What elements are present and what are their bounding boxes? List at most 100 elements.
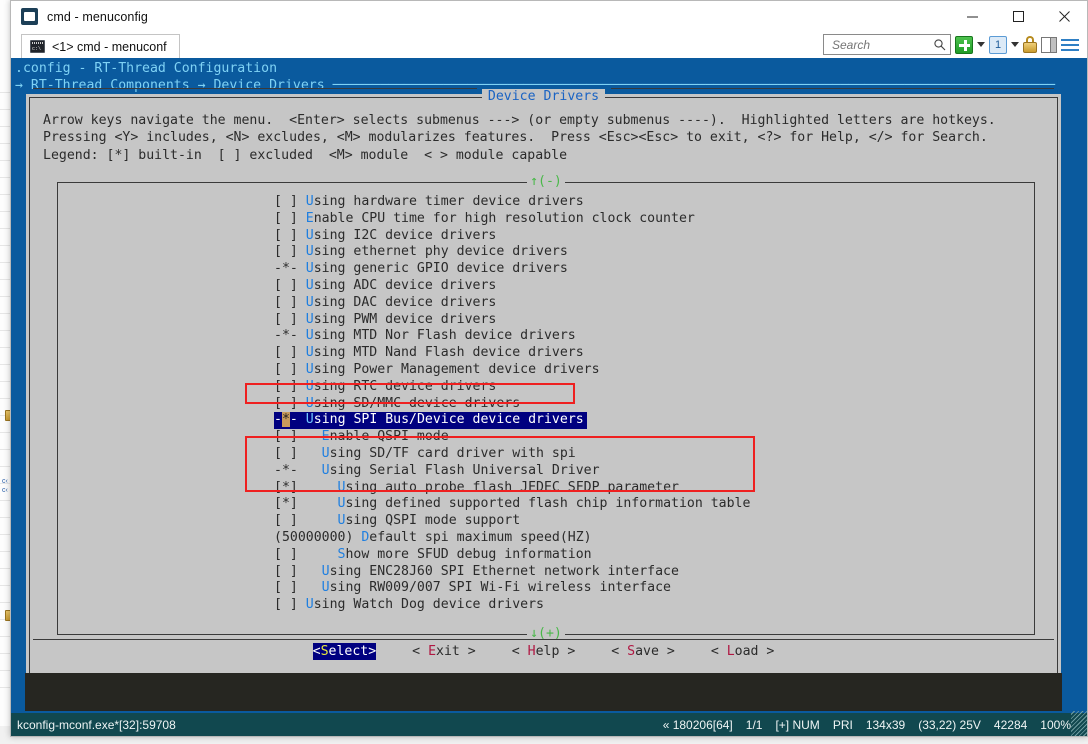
menu-item[interactable]: [ ] Using RTC device drivers bbox=[58, 379, 1034, 396]
magnifier-icon[interactable] bbox=[933, 38, 946, 51]
split-panel-icon[interactable] bbox=[1041, 36, 1057, 53]
menu-item[interactable]: [ ] Using I2C device drivers bbox=[58, 228, 1034, 245]
menu-item[interactable]: [ ] Using ethernet phy device drivers bbox=[58, 244, 1034, 261]
console-client-area: .config - RT-Thread Configuration → RT-T… bbox=[11, 58, 1087, 711]
menu-item[interactable]: [*] Using auto probe flash JEDEC SFDP pa… bbox=[58, 480, 1034, 497]
scroll-down-indicator: ↓(+) bbox=[58, 626, 1034, 643]
cursor-block: * bbox=[281, 412, 290, 428]
hotkey-letter: U bbox=[305, 378, 314, 394]
search-box[interactable] bbox=[823, 34, 951, 55]
menu-item[interactable]: [ ] Using MTD Nand Flash device drivers bbox=[58, 345, 1034, 362]
hotkey-letter: D bbox=[361, 529, 370, 545]
status-item: (33,22) 25V bbox=[918, 717, 981, 732]
status-item: 42284 bbox=[993, 717, 1028, 732]
menu-item[interactable]: [ ] Using ENC28J60 SPI Ethernet network … bbox=[58, 564, 1034, 581]
close-icon[interactable] bbox=[1041, 1, 1087, 32]
menu-item[interactable]: -*- Using MTD Nor Flash device drivers bbox=[58, 328, 1034, 345]
hotkey-letter: U bbox=[321, 462, 330, 478]
toolbar: 1 bbox=[823, 34, 1079, 55]
background-text-fragment: c‹ bbox=[2, 478, 8, 485]
menu-item[interactable]: -*- Using Serial Flash Universal Driver bbox=[58, 463, 1034, 480]
hotkey-letter: U bbox=[305, 244, 314, 260]
new-tab-button[interactable] bbox=[955, 35, 973, 54]
hotkey-letter: U bbox=[337, 496, 346, 512]
tab-cmd-menuconf[interactable]: <1> cmd - menuconf bbox=[21, 34, 180, 58]
menu-item[interactable]: [ ] Using ADC device drivers bbox=[58, 278, 1034, 295]
minimize-icon[interactable] bbox=[949, 1, 995, 32]
menu-item[interactable]: (50000000) Default spi maximum speed(HZ) bbox=[58, 530, 1034, 547]
hotkey-letter: H bbox=[527, 644, 536, 660]
menu-item[interactable]: -*- Using generic GPIO device drivers bbox=[58, 261, 1034, 278]
hotkey-letter: U bbox=[321, 580, 330, 596]
status-item: 134x39 bbox=[865, 717, 906, 732]
menu-item[interactable]: [ ] Using Power Management device driver… bbox=[58, 362, 1034, 379]
menu-item[interactable]: [ ] Using Watch Dog device drivers bbox=[58, 597, 1034, 614]
dialog-button-row: <Select> < Exit > < Help > < Save > < Load > bbox=[30, 643, 1057, 661]
menu-item-selected[interactable]: -*- Using SPI Bus/Device device drivers bbox=[274, 412, 587, 430]
hotkey-letter: U bbox=[305, 328, 314, 344]
status-bar: kconfig-mconf.exe*[32]:59708 « 180206[64… bbox=[11, 711, 1087, 736]
button-separator bbox=[33, 639, 1054, 640]
title-bar: cmd - menuconfig bbox=[11, 1, 1087, 32]
status-process-label: kconfig-mconf.exe*[32]:59708 bbox=[17, 717, 176, 732]
menu-item[interactable]: [ ] Using SD/MMC device drivers bbox=[58, 396, 1034, 413]
console-icon bbox=[21, 8, 38, 25]
search-input[interactable] bbox=[830, 35, 933, 54]
menu-item[interactable]: [ ] Using PWM device drivers bbox=[58, 312, 1034, 329]
status-item: 1/1 bbox=[745, 717, 763, 732]
dialog-inner-frame: Device Drivers Arrow keys navigate the m… bbox=[29, 88, 1058, 682]
menu-item[interactable]: [ ] Using QSPI mode support bbox=[58, 513, 1034, 530]
menu-list-box: ↑(-) [ ] Using hardware timer device dri… bbox=[57, 174, 1035, 642]
dialog-title: Device Drivers bbox=[30, 88, 1057, 106]
hotkey-letter: U bbox=[305, 194, 314, 209]
hotkey-letter: U bbox=[305, 294, 314, 310]
load-button[interactable]: < Load > bbox=[711, 644, 775, 659]
hotkey-letter: U bbox=[321, 563, 330, 579]
hotkey-letter: U bbox=[305, 345, 314, 361]
hotkey-letter: L bbox=[726, 644, 735, 660]
menu-item[interactable]: [ ] Using DAC device drivers bbox=[58, 295, 1034, 312]
hotkey-letter: E bbox=[321, 429, 330, 445]
maximize-icon[interactable] bbox=[995, 1, 1041, 32]
select-button[interactable]: <Select> bbox=[312, 643, 377, 661]
menu-item[interactable]: [ ] Using SD/TF card driver with spi bbox=[58, 446, 1034, 463]
hotkey-letter: S bbox=[320, 644, 329, 660]
menu-item[interactable]: [ ] Enable CPU time for high resolution … bbox=[58, 211, 1034, 228]
menu-item[interactable]: -*- Using SPI Bus/Device device drivers bbox=[58, 412, 1034, 430]
new-tab-chevron-down-icon[interactable] bbox=[977, 42, 985, 47]
hotkey-letter: S bbox=[337, 546, 346, 562]
hotkey-letter: U bbox=[305, 277, 314, 293]
pane-chevron-down-icon[interactable] bbox=[1011, 42, 1019, 47]
menu-item[interactable]: [ ] Enable QSPI mode bbox=[58, 429, 1034, 446]
tab-strip: <1> cmd - menuconf 1 bbox=[11, 32, 1087, 58]
exit-button[interactable]: < Exit > bbox=[412, 644, 476, 659]
hotkey-letter: U bbox=[305, 361, 314, 377]
window-title: cmd - menuconfig bbox=[47, 9, 148, 24]
menu-item[interactable]: [*] Using defined supported flash chip i… bbox=[58, 496, 1034, 513]
console-empty-area bbox=[25, 673, 1062, 711]
hotkey-letter: U bbox=[305, 395, 314, 411]
resize-grip[interactable] bbox=[1071, 711, 1087, 736]
help-line-1: Arrow keys navigate the menu. <Enter> se… bbox=[43, 113, 996, 128]
menu-item[interactable]: [ ] Using RW009/007 SPI Wi-Fi wireless i… bbox=[58, 580, 1034, 597]
hotkey-letter: U bbox=[305, 227, 314, 243]
menuconfig-dialog: Device Drivers Arrow keys navigate the m… bbox=[25, 88, 1062, 686]
help-button[interactable]: < Help > bbox=[512, 644, 576, 659]
hotkey-letter: U bbox=[337, 479, 346, 495]
hotkey-letter: U bbox=[305, 597, 314, 613]
menu-item[interactable]: [ ] Using hardware timer device drivers bbox=[58, 194, 1034, 211]
hotkey-letter: U bbox=[305, 311, 314, 327]
menu-list[interactable]: [ ] Using hardware timer device drivers[… bbox=[58, 194, 1034, 614]
dialog-title-text: Device Drivers bbox=[481, 89, 606, 104]
save-button[interactable]: < Save > bbox=[611, 644, 675, 659]
lock-icon[interactable] bbox=[1023, 36, 1037, 53]
pane-number-button[interactable]: 1 bbox=[989, 35, 1007, 54]
tab-label: <1> cmd - menuconf bbox=[52, 39, 167, 54]
status-item: [+] NUM bbox=[775, 717, 820, 732]
hotkey-letter: E bbox=[428, 644, 437, 660]
menu-item[interactable]: [ ] Show more SFUD debug information bbox=[58, 547, 1034, 564]
status-item: 100% bbox=[1040, 717, 1071, 732]
hamburger-icon[interactable] bbox=[1061, 38, 1079, 51]
breadcrumb-line-1: .config - RT-Thread Configuration bbox=[15, 61, 278, 76]
help-line-3: Legend: [*] built-in [ ] excluded <M> mo… bbox=[43, 147, 568, 163]
